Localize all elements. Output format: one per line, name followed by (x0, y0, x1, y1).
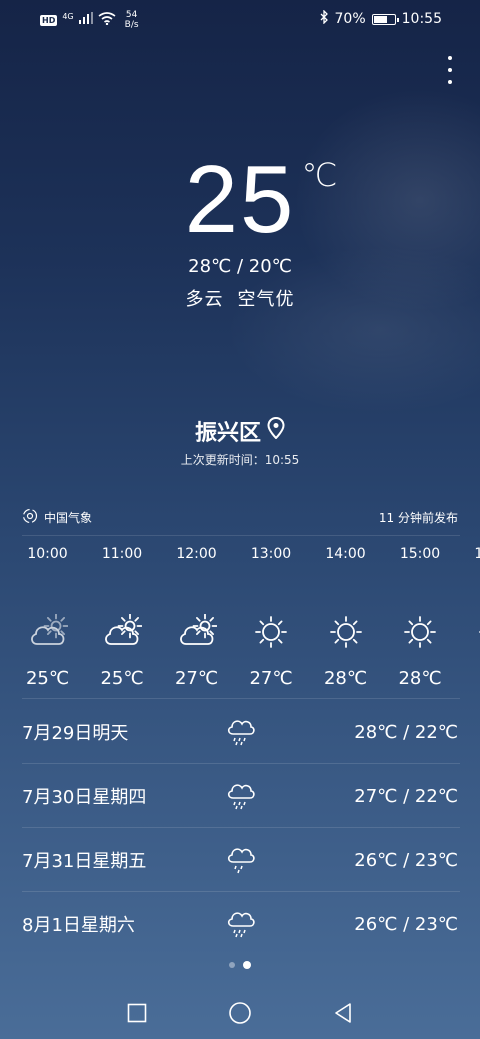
condition-line: 多云 空气优 (0, 285, 480, 311)
page-indicator (0, 961, 480, 969)
net-speed: 54 B/s (125, 10, 139, 30)
hourly-item: 11:00 25℃ (85, 546, 160, 689)
divider (22, 763, 460, 764)
recent-apps-icon[interactable] (122, 998, 152, 1028)
last-updated: 上次更新时间：10:55 (180, 453, 300, 467)
divider (22, 698, 460, 699)
current-temperature: 25 ℃ (185, 150, 338, 250)
partly-cloudy-icon (159, 614, 234, 650)
hourly-time: 12:00 (176, 546, 217, 562)
battery-percent: 70% (334, 11, 366, 27)
net-speed-value: 54 (125, 10, 138, 20)
daily-temp-range: 28℃ / 22℃ (354, 721, 458, 743)
current-weather: 25 ℃ 28℃ / 20℃ 多云 空气优 (0, 150, 480, 311)
network-type: 4G (62, 11, 74, 21)
published-time: 11 分钟前发布 (378, 510, 458, 525)
daily-date: 7月29日明天 (22, 723, 129, 744)
hourly-item: 16:00 2 (457, 546, 480, 689)
rain-icon (226, 907, 256, 943)
sunny-icon (457, 614, 480, 650)
daily-row[interactable]: 7月30日星期四 27℃ / 22℃ (22, 765, 458, 827)
clock: 10:55 (401, 11, 442, 27)
divider (22, 535, 460, 536)
page-dot-active (243, 961, 251, 969)
hourly-item: 10:00 25℃ (10, 546, 85, 689)
dot-icon (448, 80, 452, 84)
hourly-temp: 2 (457, 668, 480, 689)
dot-icon (448, 68, 452, 72)
daily-date: 7月30日星期四 (22, 787, 147, 808)
daily-temp-range: 26℃ / 23℃ (354, 849, 458, 871)
more-options-button[interactable] (442, 56, 458, 84)
source-name: 中国气象 (44, 510, 93, 525)
daily-temp-range: 27℃ / 22℃ (354, 785, 458, 807)
net-speed-unit: B/s (124, 20, 139, 30)
partly-cloudy-dim-icon (10, 614, 85, 650)
hourly-temp: 28℃ (398, 668, 442, 689)
data-source-row: 中国气象 11 分钟前发布 (22, 507, 458, 527)
current-temp-value: 25 (184, 146, 296, 253)
hourly-time: 15:00 (399, 546, 441, 562)
location-name[interactable]: 振兴区 (195, 415, 285, 447)
current-temp-unit: ℃ (301, 156, 338, 194)
battery-icon (371, 13, 399, 25)
rain-icon (226, 779, 256, 815)
bluetooth-icon (320, 9, 329, 28)
status-bar: HD 4G 54 B/s 70% 10:55 (0, 0, 480, 38)
sunny-icon (383, 614, 458, 650)
daily-temp-range: 26℃ / 23℃ (354, 913, 458, 935)
dot-icon (448, 56, 452, 60)
location-pin-icon (267, 416, 285, 445)
location-name-text: 振兴区 (194, 421, 261, 446)
hourly-item: 13:00 27℃ (234, 546, 309, 689)
light-rain-icon (226, 843, 256, 879)
hourly-temp: 25℃ (25, 668, 70, 689)
hourly-forecast[interactable]: 10:00 25℃ 11:00 25℃ 12:00 27℃ 13:00 27℃ 14:00 28℃… (10, 546, 480, 691)
hourly-time: 13:00 (250, 546, 292, 562)
hd-badge: HD (40, 14, 58, 26)
cma-logo-icon (22, 508, 38, 527)
hourly-temp: 27℃ (249, 668, 293, 689)
hourly-temp: 27℃ (174, 668, 219, 689)
divider (22, 891, 460, 892)
hourly-temp: 28℃ (323, 668, 368, 689)
hourly-temp: 25℃ (100, 668, 144, 689)
location-block: 振兴区 上次更新时间：10:55 (0, 415, 480, 468)
daily-row[interactable]: 7月31日星期五 26℃ / 23℃ (22, 829, 458, 891)
hourly-item: 12:00 27℃ (159, 546, 234, 689)
hourly-time: 10:00 (27, 546, 68, 562)
rain-icon (226, 715, 256, 751)
high-low-temp: 28℃ / 20℃ (188, 256, 292, 277)
hourly-time: 11:00 (101, 546, 143, 562)
hourly-time: 16:00 (474, 546, 480, 562)
daily-date: 7月31日星期五 (22, 851, 147, 872)
battery-fill (373, 15, 387, 23)
partly-cloudy-icon (85, 614, 160, 650)
condition-text: 多云 (185, 289, 224, 310)
home-icon[interactable] (225, 998, 255, 1028)
wifi-icon (98, 11, 116, 29)
daily-row[interactable]: 7月29日明天 28℃ / 22℃ (22, 701, 458, 763)
hourly-item: 14:00 28℃ (308, 546, 383, 689)
sunny-icon (308, 614, 383, 650)
air-quality-text[interactable]: 空气优 (238, 289, 295, 310)
signal-icon (78, 12, 93, 28)
daily-date: 8月1日星期六 (22, 915, 135, 936)
navigation-bar (0, 998, 480, 1028)
divider (22, 827, 460, 828)
daily-row[interactable]: 8月1日星期六 26℃ / 23℃ (22, 893, 458, 955)
page-dot (229, 962, 235, 968)
sunny-icon (234, 614, 309, 650)
hourly-item: 15:00 28℃ (383, 546, 458, 689)
hourly-time: 14:00 (325, 546, 366, 562)
back-icon[interactable] (328, 998, 358, 1028)
